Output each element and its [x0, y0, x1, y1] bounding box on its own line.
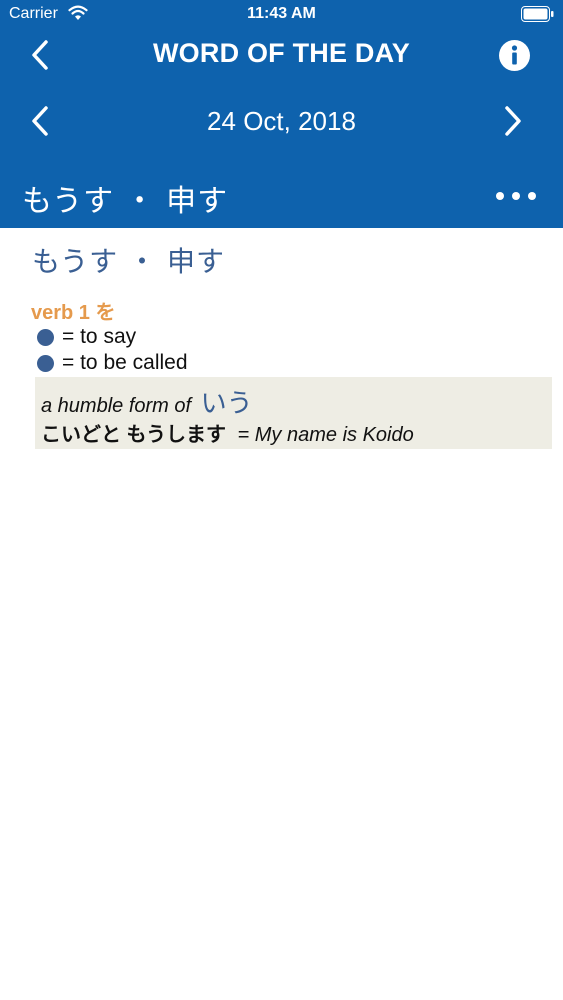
meaning-item: = to be called — [37, 351, 188, 375]
note-description-line: a humble form of いう — [41, 383, 253, 420]
part-of-speech: verb 1 を — [31, 302, 116, 324]
meaning-text: = to be called — [62, 351, 188, 374]
note-description: a humble form of — [41, 395, 192, 417]
date-label: 24 Oct, 2018 — [207, 106, 356, 136]
page-title: WORD OF THE DAY — [152, 38, 410, 68]
meaning-item: = to say — [37, 325, 136, 349]
word-bar-title: もうす ・ 申す — [22, 184, 229, 219]
note-reference-link[interactable]: いう — [201, 388, 253, 418]
bullet-icon — [37, 354, 54, 372]
bullet-icon — [37, 328, 54, 346]
meaning-text: = to say — [62, 325, 137, 348]
next-day-button[interactable] — [497, 104, 527, 138]
battery-icon — [521, 6, 554, 22]
more-dots-icon[interactable] — [494, 184, 538, 208]
nav-bar: WORD OF THE DAY — [0, 30, 563, 80]
header: Carrier 11:43 AM WORD OF THE DAY 24 Oct,… — [0, 0, 563, 228]
entry-content: もうす ・ 申す verb 1 を = to say = to be calle… — [0, 228, 563, 1000]
word-bar: もうす ・ 申す — [0, 168, 563, 224]
usage-note: a humble form of いう こいどと もうします = My name… — [35, 377, 552, 449]
note-example-line: こいどと もうします = My name is Koido — [41, 418, 414, 447]
status-bar: Carrier 11:43 AM — [0, 0, 563, 30]
info-icon[interactable] — [498, 39, 531, 72]
example-translation: = My name is Koido — [237, 424, 414, 446]
word-heading: もうす ・ 申す — [32, 245, 225, 278]
status-time: 11:43 AM — [247, 5, 316, 22]
date-navigator: 24 Oct, 2018 — [0, 92, 563, 150]
example-japanese: こいどと もうします — [41, 424, 226, 446]
